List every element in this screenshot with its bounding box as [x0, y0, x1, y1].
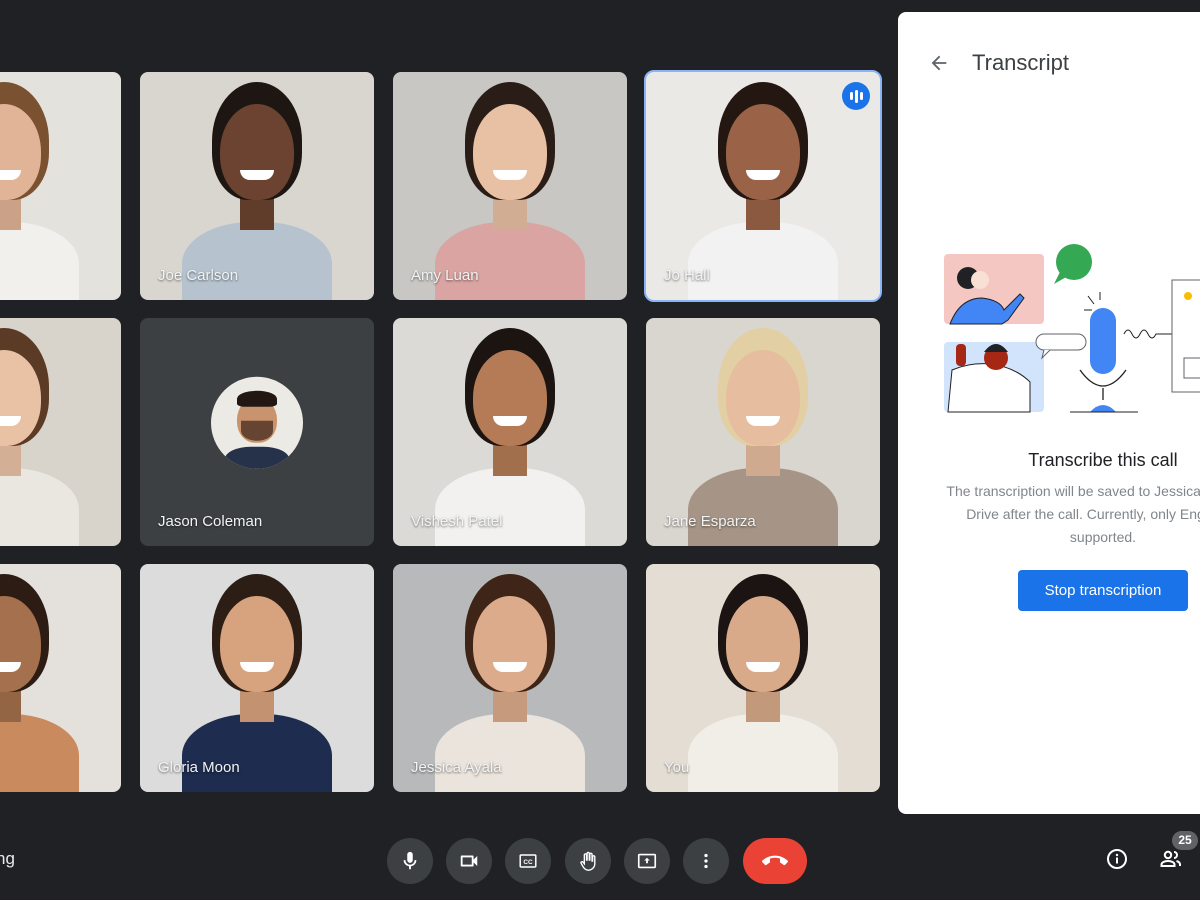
meeting-name: ng	[0, 849, 15, 868]
people-icon	[1160, 850, 1181, 867]
camera-button[interactable]	[446, 838, 492, 884]
participant-tile[interactable]: Jessica Ayala	[393, 564, 627, 792]
participant-tile[interactable]: s	[0, 564, 121, 792]
speaking-indicator-icon	[842, 82, 870, 110]
illus-white-bubble	[1035, 333, 1087, 351]
participant-name: Joe Carlson	[158, 267, 239, 284]
captions-button[interactable]: CC	[505, 838, 551, 884]
transcribe-heading: Transcribe this call	[1028, 450, 1178, 470]
closed-caption-icon: CC	[519, 854, 537, 868]
participant-video	[172, 564, 342, 792]
raise-hand-button[interactable]	[565, 838, 611, 884]
avatar	[211, 376, 303, 469]
meeting-details-button[interactable]	[1104, 846, 1130, 872]
illus-microphone	[1090, 308, 1116, 374]
more-vert-icon	[704, 853, 708, 869]
participant-count-badge: 25	[1172, 831, 1198, 850]
participant-tile[interactable]: Joe Carlson	[140, 72, 374, 300]
participant-video	[0, 72, 89, 300]
participant-name: Gloria Moon	[158, 759, 240, 776]
participant-video	[172, 72, 342, 300]
participant-tile[interactable]: Jo Hall	[644, 70, 882, 302]
participant-tile[interactable]: ick	[0, 318, 121, 546]
transcription-illustration	[944, 244, 1200, 413]
participant-tile[interactable]: Jane Esparza	[646, 318, 880, 546]
participant-tile[interactable]: er	[0, 72, 121, 300]
call-end-icon	[762, 855, 788, 866]
panel-header: Transcript	[928, 50, 1069, 76]
leave-call-button[interactable]	[743, 838, 807, 884]
transcribe-description: The transcription will be saved to Jessi…	[946, 483, 1200, 545]
participant-video	[678, 318, 848, 546]
more-options-button[interactable]	[683, 838, 729, 884]
participant-name: Amy Luan	[411, 267, 479, 284]
participant-name: Vishesh Patel	[411, 513, 503, 530]
participant-video	[678, 564, 848, 792]
participant-name: You	[664, 759, 690, 776]
participant-video	[0, 318, 89, 546]
stop-transcription-button[interactable]: Stop transcription	[1018, 570, 1188, 611]
participant-video	[425, 318, 595, 546]
meet-stage: er Joe Carlson Amy Luan Jo Hall ick Jason Col…	[0, 0, 1200, 900]
transcript-panel: Transcript Transcribe this call The tran…	[898, 12, 1200, 814]
panel-title: Transcript	[972, 50, 1069, 75]
participant-name: Jason Coleman	[158, 513, 263, 530]
info-icon	[1107, 849, 1127, 869]
participant-tile[interactable]: Jason Coleman	[140, 318, 374, 546]
mic-icon	[403, 851, 417, 870]
present-button[interactable]	[624, 838, 670, 884]
participant-name: Jo Hall	[664, 267, 710, 284]
participant-video	[0, 564, 89, 792]
participant-video	[678, 72, 848, 300]
microphone-button[interactable]	[387, 838, 433, 884]
participant-video	[425, 564, 595, 792]
participant-video	[425, 72, 595, 300]
videocam-icon	[460, 855, 478, 867]
participant-tile[interactable]: Gloria Moon	[140, 564, 374, 792]
participant-tile[interactable]: You	[646, 564, 880, 792]
svg-text:CC: CC	[523, 859, 533, 866]
participant-name: Jessica Ayala	[411, 759, 502, 776]
participant-name: Jane Esparza	[664, 513, 756, 530]
back-arrow-icon[interactable]	[928, 52, 950, 74]
hand-icon	[580, 851, 596, 871]
present-screen-icon	[637, 853, 657, 869]
participant-tile[interactable]: Amy Luan	[393, 72, 627, 300]
participant-tile[interactable]: Vishesh Patel	[393, 318, 627, 546]
